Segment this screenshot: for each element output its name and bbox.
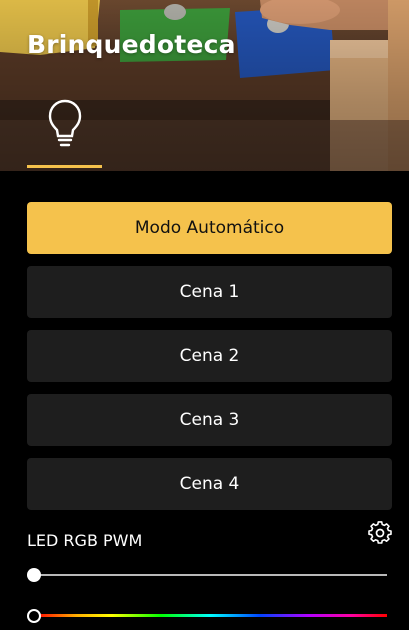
scene-4-button[interactable]: Cena 4 (27, 458, 392, 510)
color-hue-slider[interactable] (27, 609, 387, 623)
tab-lighting[interactable] (27, 96, 102, 168)
brightness-slider-thumb[interactable] (27, 568, 41, 582)
page-title: Brinquedoteca (27, 30, 236, 59)
scene-3-button[interactable]: Cena 3 (27, 394, 392, 446)
brightness-slider-track (34, 574, 387, 576)
scene-2-button[interactable]: Cena 2 (27, 330, 392, 382)
lightbulb-icon (48, 99, 82, 147)
tab-active-indicator (27, 165, 102, 168)
brightness-slider[interactable] (27, 568, 387, 582)
gear-icon[interactable] (368, 521, 392, 545)
led-section-label: LED RGB PWM (27, 531, 143, 550)
color-hue-slider-thumb[interactable] (27, 609, 41, 623)
scene-1-button[interactable]: Cena 1 (27, 266, 392, 318)
auto-mode-button[interactable]: Modo Automático (27, 202, 392, 254)
color-hue-slider-track (34, 614, 387, 617)
header-banner: Brinquedoteca (0, 0, 409, 171)
